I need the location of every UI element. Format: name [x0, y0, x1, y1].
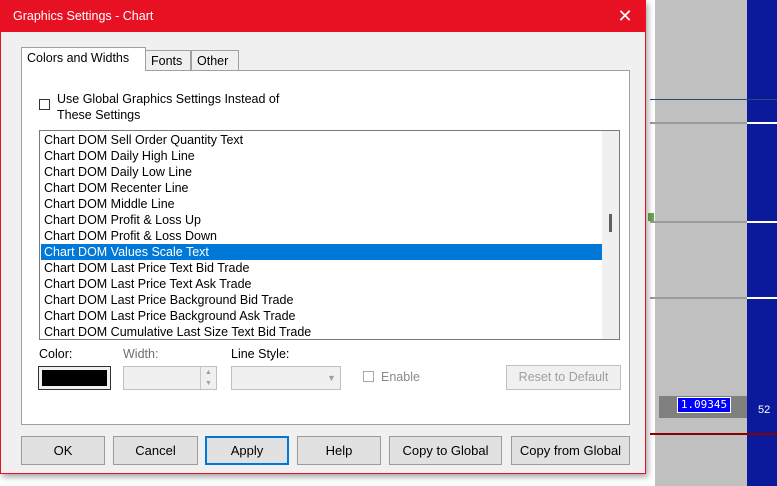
- list-item-selected[interactable]: Chart DOM Values Scale Text: [41, 244, 603, 260]
- list-item[interactable]: Chart DOM Profit & Loss Up: [41, 212, 603, 228]
- width-stepper: ▲ ▼: [123, 366, 217, 390]
- help-button[interactable]: Help: [297, 436, 381, 465]
- spin-down-icon: ▼: [200, 378, 216, 389]
- cancel-button[interactable]: Cancel: [113, 436, 198, 465]
- apply-button[interactable]: Apply: [205, 436, 289, 465]
- chevron-down-icon: ▼: [327, 373, 336, 383]
- enable-checkbox: [363, 371, 374, 382]
- spin-up-icon: ▲: [200, 367, 216, 378]
- list-item[interactable]: Chart DOM Last Price Background Bid Trad…: [41, 292, 603, 308]
- tab-fonts[interactable]: Fonts: [145, 50, 191, 70]
- title-bar[interactable]: Graphics Settings - Chart ✕: [1, 1, 645, 32]
- list-item[interactable]: Chart DOM Middle Line: [41, 196, 603, 212]
- list-item[interactable]: Chart DOM Cumulative Last Size Text Bid …: [41, 324, 603, 339]
- color-swatch: [42, 370, 107, 386]
- copy-to-global-button[interactable]: Copy to Global: [389, 436, 502, 465]
- chart-line: [650, 221, 747, 223]
- line-style-dropdown: ▼: [231, 366, 341, 390]
- list-item[interactable]: Chart DOM Daily Low Line: [41, 164, 603, 180]
- close-icon[interactable]: ✕: [611, 4, 639, 28]
- chart-line: [747, 297, 777, 299]
- chart-line: [747, 122, 777, 124]
- chart-bar-marker: [648, 213, 654, 221]
- scale-number: 52: [758, 404, 771, 416]
- color-label: Color:: [39, 347, 73, 361]
- list-item[interactable]: Chart DOM Daily High Line: [41, 148, 603, 164]
- list-item[interactable]: Chart DOM Last Price Background Ask Trad…: [41, 308, 603, 324]
- chart-line: [650, 297, 747, 299]
- use-global-settings-label[interactable]: Use Global Graphics Settings Instead of …: [57, 91, 317, 123]
- list-item[interactable]: Chart DOM Sell Order Quantity Text: [41, 132, 603, 148]
- graphics-settings-dialog: Graphics Settings - Chart ✕ Colors and W…: [0, 0, 646, 474]
- chart-line: [650, 433, 777, 435]
- width-label: Width:: [123, 347, 159, 361]
- tab-colors-and-widths[interactable]: Colors and Widths: [21, 47, 146, 71]
- use-global-settings-checkbox[interactable]: [39, 99, 50, 110]
- chart-line: [650, 122, 747, 124]
- copy-from-global-button[interactable]: Copy from Global: [511, 436, 630, 465]
- line-style-label: Line Style:: [231, 347, 290, 361]
- list-item[interactable]: Chart DOM Last Price Text Ask Trade: [41, 276, 603, 292]
- scrollbar-thumb[interactable]: [609, 214, 612, 232]
- graphics-items-list[interactable]: Chart DOM Sell Order Quantity Text Chart…: [39, 130, 620, 340]
- list-item[interactable]: Chart DOM Profit & Loss Down: [41, 228, 603, 244]
- list-item[interactable]: Chart DOM Recenter Line: [41, 180, 603, 196]
- list-item[interactable]: Chart DOM Last Price Text Bid Trade: [41, 260, 603, 276]
- reset-to-default-button: Reset to Default: [506, 365, 621, 390]
- color-picker-button[interactable]: [38, 366, 111, 390]
- ok-button[interactable]: OK: [21, 436, 105, 465]
- chart-line: [650, 99, 777, 100]
- chart-line: [747, 221, 777, 223]
- list-scrollbar[interactable]: [602, 131, 619, 339]
- tab-other[interactable]: Other: [191, 50, 239, 70]
- window-title: Graphics Settings - Chart: [13, 9, 154, 23]
- price-label: 1.09345: [677, 397, 731, 413]
- enable-label: Enable: [381, 370, 420, 384]
